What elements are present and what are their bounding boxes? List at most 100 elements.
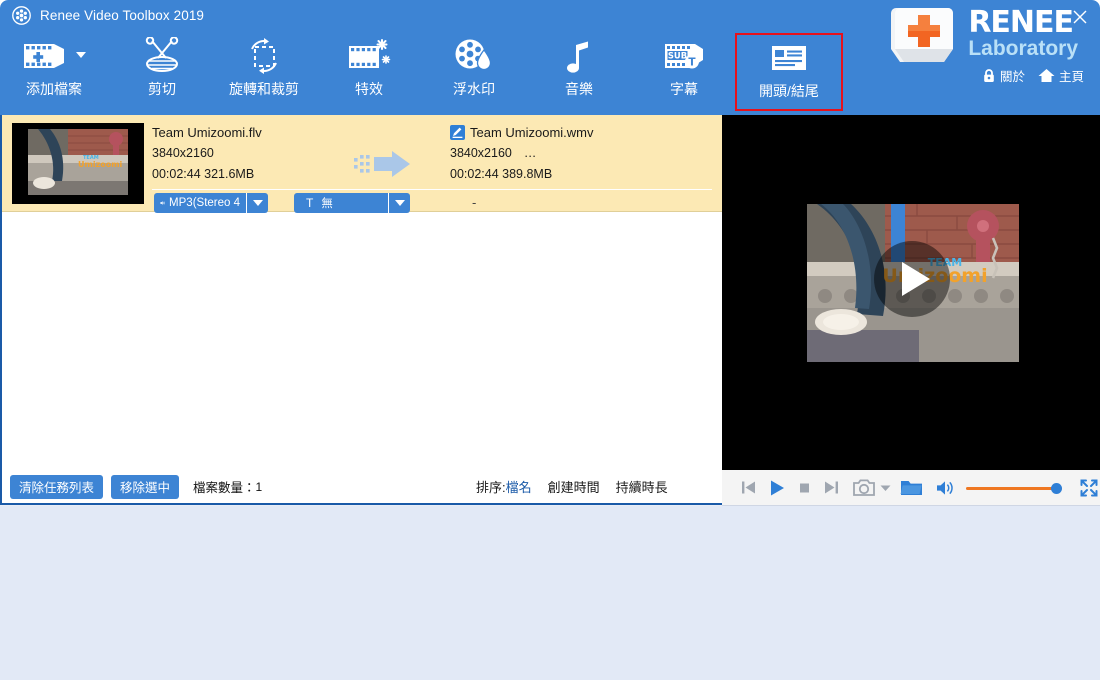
toolbar-item-label: 浮水印 bbox=[453, 81, 495, 97]
destination-file-info: Team Umizoomi.wmv 3840x2160 … 00:02:44 38… bbox=[450, 122, 594, 185]
play-triangle-icon bbox=[902, 262, 930, 296]
intro-outro-icon bbox=[769, 35, 809, 81]
previous-button[interactable] bbox=[739, 478, 758, 497]
row-divider bbox=[152, 189, 712, 190]
audio-track-selector[interactable]: MP3(Stereo 4 bbox=[154, 193, 268, 213]
audio-track-label: MP3(Stereo 4 bbox=[169, 197, 240, 209]
svg-text:T: T bbox=[688, 56, 696, 68]
volume-button[interactable] bbox=[936, 480, 955, 496]
svg-text:Umizoomi: Umizoomi bbox=[78, 160, 123, 169]
snapshot-button[interactable] bbox=[853, 478, 876, 497]
remove-selected-button[interactable]: 移除選中 bbox=[111, 474, 180, 499]
svg-text:TEAM: TEAM bbox=[83, 155, 99, 161]
destination-resolution: 3840x2160 … bbox=[450, 143, 594, 164]
player-controls bbox=[722, 470, 1100, 506]
play-icon bbox=[771, 480, 784, 495]
destination-duration-size: 00:02:44 389.8MB bbox=[450, 167, 553, 181]
app-title: Renee Video Toolbox 2019 bbox=[40, 7, 205, 23]
home-icon bbox=[1038, 69, 1055, 82]
destination-file-name: Team Umizoomi.wmv bbox=[470, 125, 594, 140]
subtitle-t-icon: T bbox=[306, 196, 314, 210]
source-duration-size: 00:02:44 321.6MB bbox=[152, 167, 255, 181]
film-reel-icon bbox=[12, 5, 31, 25]
source-resolution: 3840x2160 bbox=[152, 146, 214, 160]
play-button[interactable] bbox=[767, 478, 787, 498]
destination-resolution-value: 3840x2160 bbox=[450, 146, 512, 160]
prev-frame-icon bbox=[742, 481, 755, 494]
sort-controls: 排序:檔名 創建時間 持續時長 bbox=[476, 477, 668, 496]
export-settings-panel: 將所有檔案合拼為一個 支援GPU加速 CUDA bbox=[0, 506, 1100, 680]
more-options-icon[interactable]: … bbox=[524, 146, 538, 160]
subtitle-track-label: 無 bbox=[321, 198, 333, 210]
about-label: 關於 bbox=[999, 70, 1025, 84]
sort-active-label: 檔名 bbox=[505, 480, 532, 495]
rotate-crop-icon bbox=[243, 33, 285, 79]
title-row: Renee Video Toolbox 2019 bbox=[0, 0, 204, 30]
toolbar-item-label: 旋轉和裁剪 bbox=[229, 81, 299, 97]
sort-by-duration[interactable]: 持續時長 bbox=[616, 477, 668, 496]
folder-icon bbox=[900, 481, 922, 495]
home-link[interactable]: 主頁 bbox=[1038, 66, 1084, 85]
toolbar-item-rotate-crop[interactable]: 旋轉和裁剪 bbox=[210, 33, 318, 111]
file-count-label: 檔案數量： bbox=[193, 481, 256, 495]
toolbar-item-label: 添加檔案 bbox=[26, 81, 82, 97]
clear-task-list-button[interactable]: 清除任務列表 bbox=[10, 474, 104, 499]
toolbar-item-music[interactable]: 音樂 bbox=[525, 33, 633, 111]
volume-knob[interactable] bbox=[1051, 482, 1062, 494]
add-file-icon bbox=[22, 33, 86, 79]
convert-arrow-icon bbox=[354, 151, 412, 177]
snapshot-dropdown[interactable] bbox=[880, 484, 891, 492]
toolbar-item-intro-outro[interactable]: 開頭/結尾 bbox=[735, 33, 843, 111]
video-preview[interactable]: Umizoomi TEAM bbox=[722, 115, 1100, 470]
keycap-plus-icon bbox=[891, 8, 954, 62]
toolbar-item-label: 特效 bbox=[355, 81, 383, 97]
chevron-down-icon bbox=[880, 485, 891, 491]
next-frame-icon bbox=[825, 481, 838, 494]
fullscreen-icon bbox=[1080, 479, 1098, 496]
brand-logo: RENEE Laboratory bbox=[886, 2, 1078, 72]
stop-button[interactable] bbox=[796, 479, 813, 496]
subtitle-track-selector[interactable]: T 無 bbox=[294, 193, 410, 213]
open-folder-button[interactable] bbox=[900, 478, 923, 497]
table-row[interactable]: Umizoomi TEAM Team Umizoomi.flv 3840x216… bbox=[2, 115, 722, 213]
toolbar-item-subtitle[interactable]: SUB T 字幕 bbox=[630, 33, 738, 111]
brand-name: RENEE bbox=[968, 5, 1074, 40]
audio-track-dropdown[interactable] bbox=[246, 193, 268, 213]
scissors-icon bbox=[142, 33, 182, 79]
lock-icon bbox=[984, 69, 994, 82]
brand-text: RENEE Laboratory bbox=[968, 8, 1078, 61]
toolbar-item-cut[interactable]: 剪切 bbox=[108, 33, 216, 111]
list-footer: 清除任務列表 移除選中 檔案數量： 1 排序:檔名 創建時間 持續時長 bbox=[0, 470, 722, 505]
fullscreen-button[interactable] bbox=[1079, 478, 1099, 498]
subtitle-icon: SUB T bbox=[662, 33, 706, 79]
subtitle-track-button[interactable]: T 無 bbox=[294, 193, 388, 213]
destination-track-placeholder: - bbox=[472, 195, 477, 210]
title-bar: Renee Video Toolbox 2019 添加檔案 剪切 旋轉和裁剪 特… bbox=[0, 0, 1100, 115]
stop-icon bbox=[800, 483, 809, 493]
pencil-icon[interactable] bbox=[450, 125, 465, 140]
audio-track-button[interactable]: MP3(Stereo 4 bbox=[154, 193, 246, 213]
preview-play-overlay-button[interactable] bbox=[874, 241, 950, 317]
next-button[interactable] bbox=[822, 478, 841, 497]
brand-tagline: Laboratory bbox=[968, 37, 1078, 60]
sort-by-filename[interactable]: 排序:檔名 bbox=[476, 477, 532, 496]
music-note-icon bbox=[564, 33, 594, 79]
toolbar-item-label: 剪切 bbox=[148, 81, 176, 97]
sort-by-create-time[interactable]: 創建時間 bbox=[548, 477, 600, 496]
sort-prefix: 排序: bbox=[476, 480, 506, 495]
app-window: Renee Video Toolbox 2019 添加檔案 剪切 旋轉和裁剪 特… bbox=[0, 0, 1100, 680]
toolbar-item-effects[interactable]: 特效 bbox=[315, 33, 423, 111]
chevron-down-icon[interactable] bbox=[76, 52, 86, 58]
subtitle-track-dropdown[interactable] bbox=[388, 193, 410, 213]
effects-icon bbox=[346, 33, 392, 79]
svg-text:SUB: SUB bbox=[668, 51, 687, 61]
toolbar-item-label: 音樂 bbox=[565, 81, 593, 97]
about-link[interactable]: 關於 bbox=[982, 66, 1025, 85]
toolbar-item-watermark[interactable]: 浮水印 bbox=[420, 33, 528, 111]
task-list-panel: Umizoomi TEAM Team Umizoomi.flv 3840x216… bbox=[0, 115, 722, 470]
toolbar-item-add-file[interactable]: 添加檔案 bbox=[0, 33, 108, 111]
speaker-icon bbox=[160, 201, 165, 205]
source-file-info: Team Umizoomi.flv 3840x2160 00:02:44 321… bbox=[152, 122, 262, 185]
volume-slider[interactable] bbox=[966, 482, 1062, 494]
volume-track bbox=[966, 486, 1062, 490]
